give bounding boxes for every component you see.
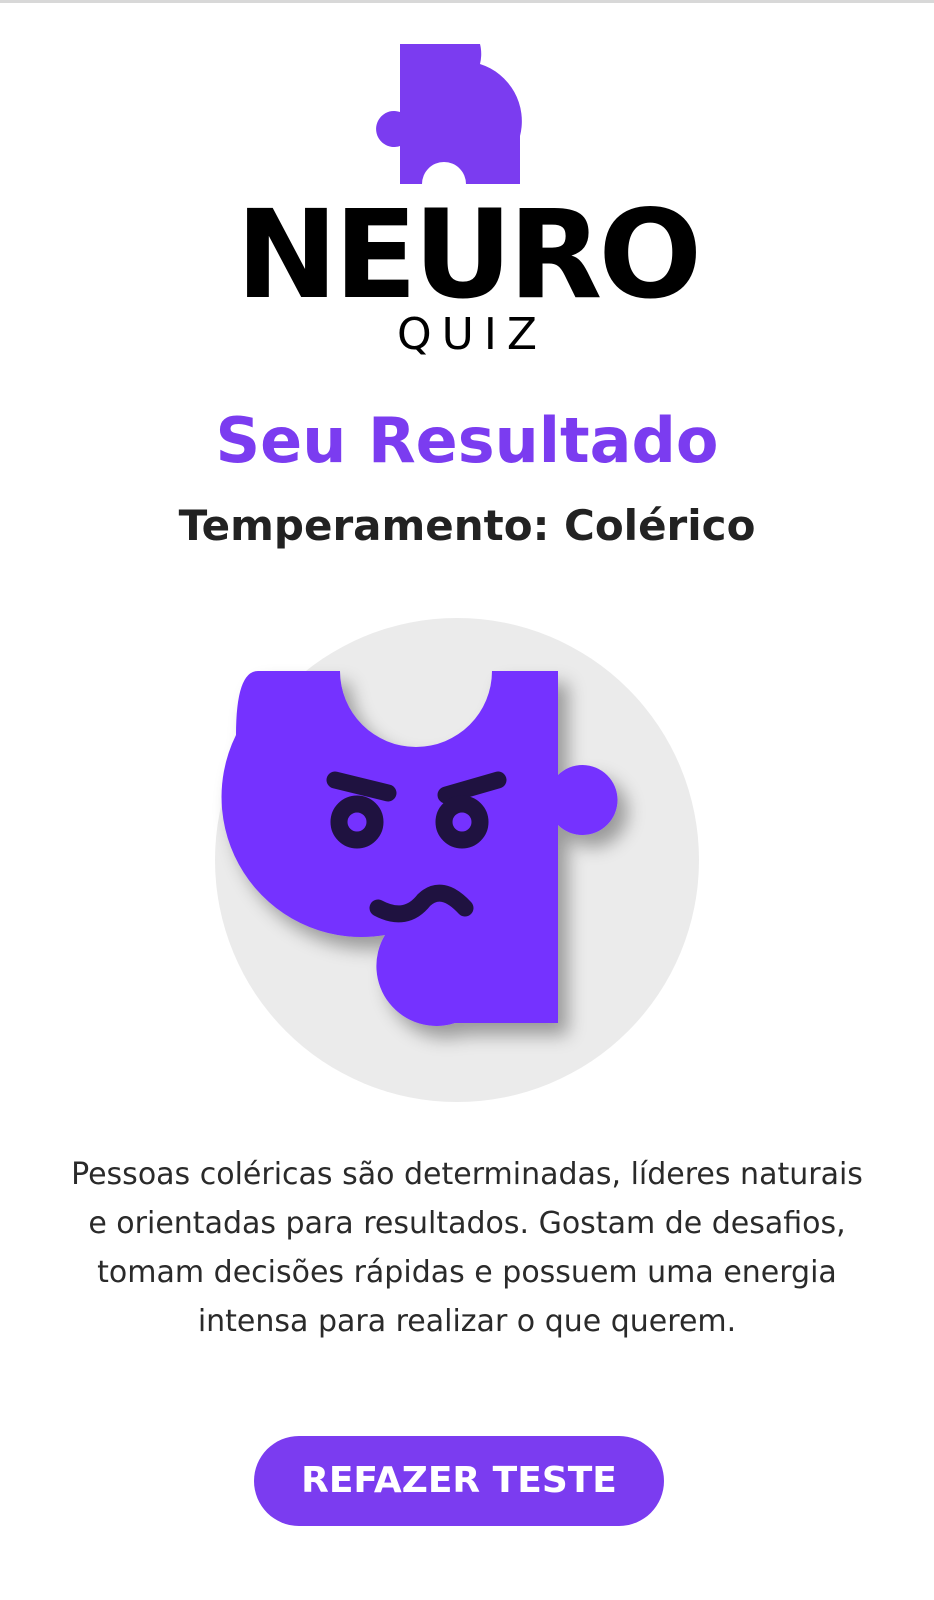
puzzle-piece-icon [376,44,522,184]
app-logo: NEURO QUIZ [0,0,934,370]
angry-puzzle-face-icon [215,618,699,1102]
logo-subtitle: QUIZ [397,309,547,360]
page-title: Seu Resultado [215,404,719,477]
retry-test-button[interactable]: REFAZER TESTE [254,1436,664,1526]
temperament-description: Pessoas coléricas são determinadas, líde… [71,1157,863,1339]
logo-title: NEURO [235,184,702,326]
temperament-label: Temperamento: Colérico [178,501,756,550]
